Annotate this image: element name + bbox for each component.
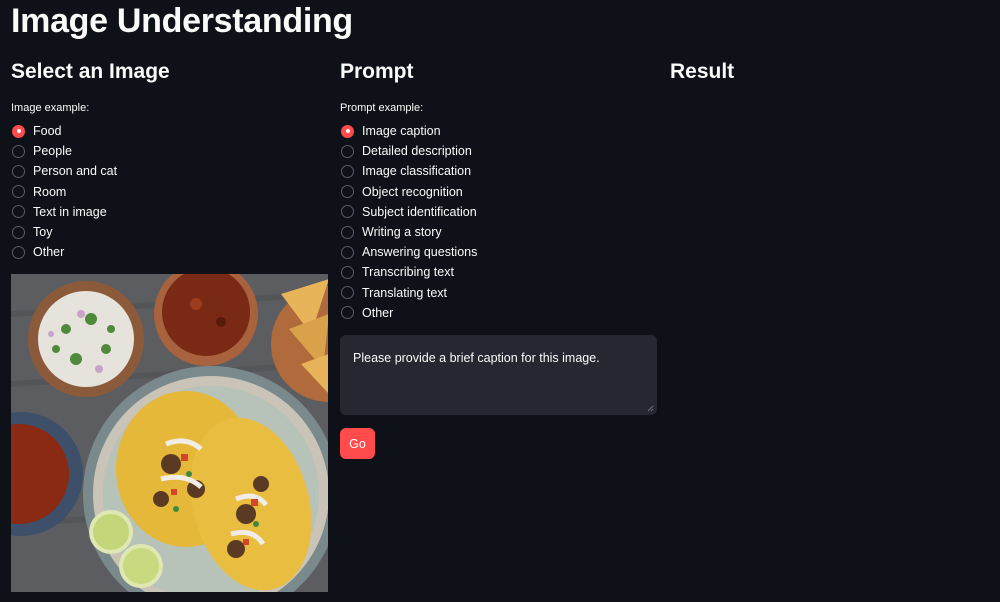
go-button[interactable]: Go [340, 428, 375, 459]
radio-button-icon[interactable] [12, 245, 25, 259]
image-example-option[interactable]: Food [11, 121, 117, 141]
radio-button-icon[interactable] [12, 124, 25, 138]
radio-button-icon[interactable] [341, 185, 354, 199]
prompt-text: Please provide a brief caption for this … [353, 351, 600, 365]
prompt-example-option-label: Other [362, 305, 394, 320]
prompt-example-option[interactable]: Answering questions [340, 242, 477, 262]
prompt-example-option[interactable]: Transcribing text [340, 262, 477, 282]
image-example-option-label: Text in image [33, 204, 107, 219]
radio-button-icon[interactable] [341, 144, 354, 158]
radio-button-icon[interactable] [341, 225, 354, 239]
prompt-example-option-label: Translating text [362, 285, 447, 300]
prompt-example-option-label: Image caption [362, 124, 441, 139]
image-example-option-label: Person and cat [33, 164, 118, 179]
radio-button-icon[interactable] [12, 225, 25, 239]
prompt-example-option-label: Detailed description [362, 144, 472, 159]
prompt-example-option[interactable]: Image classification [340, 161, 477, 181]
image-example-option-label: Other [33, 245, 65, 260]
image-example-option-label: People [33, 144, 72, 159]
image-section-heading: Select an Image [11, 60, 170, 83]
prompt-example-option[interactable]: Object recognition [340, 182, 477, 202]
radio-button-icon[interactable] [341, 205, 354, 219]
prompt-radio-group: Image caption Detailed description Image c… [340, 121, 477, 323]
prompt-example-option[interactable]: Translating text [340, 283, 477, 303]
prompt-example-option-label: Object recognition [362, 184, 463, 199]
radio-button-icon[interactable] [12, 144, 25, 158]
prompt-example-option[interactable]: Subject identification [340, 202, 477, 222]
app-title: Image Understanding [11, 2, 353, 40]
image-example-option-label: Food [33, 124, 62, 139]
prompt-textarea[interactable]: Please provide a brief caption for this … [340, 335, 657, 415]
prompt-example-option-label: Writing a story [362, 225, 442, 240]
radio-button-icon[interactable] [341, 164, 354, 178]
image-example-option[interactable]: Text in image [11, 202, 117, 222]
radio-button-icon[interactable] [12, 185, 25, 199]
radio-button-icon[interactable] [341, 306, 354, 320]
prompt-example-option[interactable]: Image caption [340, 121, 477, 141]
radio-button-icon[interactable] [341, 124, 354, 138]
prompt-example-option-label: Answering questions [362, 245, 478, 260]
image-example-option-label: Toy [33, 225, 53, 240]
prompt-example-option[interactable]: Writing a story [340, 222, 477, 242]
result-section-heading: Result [670, 60, 735, 83]
image-example-option[interactable]: Other [11, 242, 117, 262]
resize-grip-icon[interactable] [647, 405, 654, 412]
image-radio-group: Food People Person and cat Room Text in imag… [11, 121, 117, 262]
prompt-example-option-label: Image classification [362, 164, 472, 179]
radio-button-icon[interactable] [12, 205, 25, 219]
prompt-section-heading: Prompt [340, 60, 414, 83]
radio-button-icon[interactable] [341, 265, 354, 279]
prompt-example-option-label: Subject identification [362, 204, 477, 219]
image-radio-label: Image example: [11, 102, 90, 114]
prompt-example-option[interactable]: Other [340, 303, 477, 323]
radio-button-icon[interactable] [341, 245, 354, 259]
radio-button-icon[interactable] [341, 286, 354, 300]
image-example-option[interactable]: People [11, 141, 117, 161]
prompt-example-option-label: Transcribing text [362, 265, 454, 280]
image-example-option[interactable]: Room [11, 182, 117, 202]
image-example-option[interactable]: Toy [11, 222, 117, 242]
prompt-example-option[interactable]: Detailed description [340, 141, 477, 161]
image-example-option[interactable]: Person and cat [11, 161, 117, 181]
prompt-radio-label: Prompt example: [340, 102, 424, 114]
food-image [11, 274, 328, 592]
radio-button-icon[interactable] [12, 164, 25, 178]
image-example-option-label: Room [33, 184, 67, 199]
